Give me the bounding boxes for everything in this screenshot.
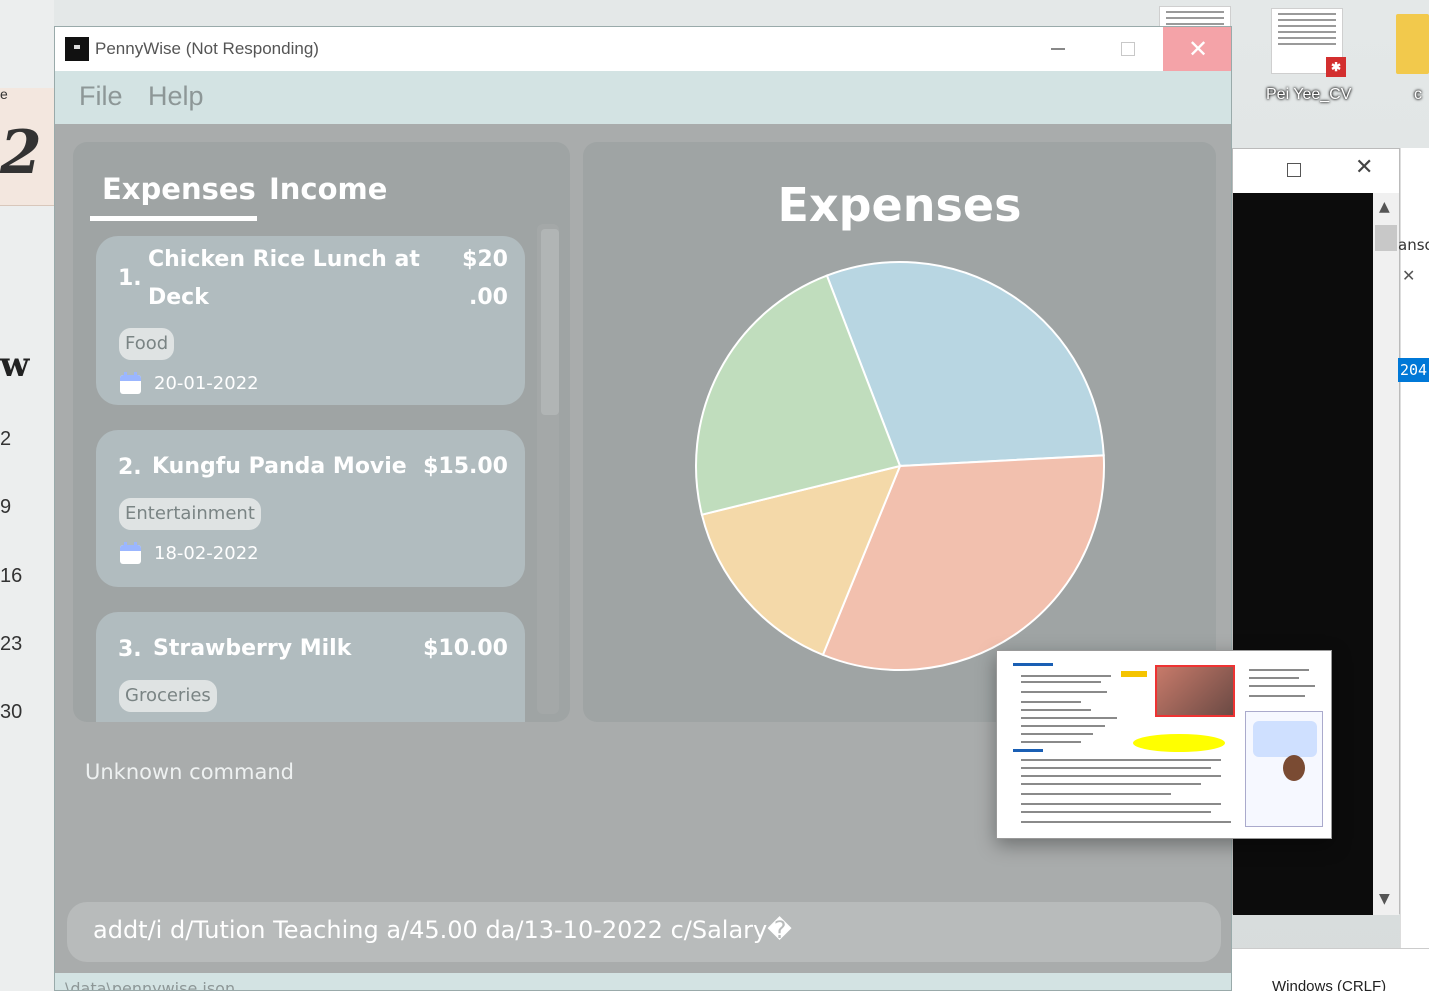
folder-icon[interactable] [1396, 14, 1429, 74]
avatar [1283, 755, 1305, 781]
tab-expenses[interactable]: Expenses [102, 172, 256, 206]
pennywise-window: PennyWise (Not Responding) ✕ File Help E… [54, 26, 1232, 991]
entry-title: Kungfu Panda Movie [152, 448, 422, 486]
desktop-calendar-glyph: 2 [0, 118, 42, 188]
entry-index: 3. [118, 637, 142, 662]
command-input-value[interactable]: addt/i d/Tution Teaching a/45.00 da/13-1… [93, 916, 792, 944]
entry-amount-line: .00 [469, 285, 508, 310]
close-button[interactable]: ✕ [1163, 27, 1231, 71]
entry-title-line: Kungfu Panda Movie [152, 454, 407, 479]
close-icon[interactable]: ✕ [1402, 266, 1415, 285]
list-item[interactable]: 3. Strawberry Milk $10.00 Groceries [96, 612, 525, 722]
maximize-icon [1121, 42, 1135, 56]
pdf-file-icon[interactable]: ✱ [1271, 8, 1346, 77]
entry-title-line: Strawberry Milk [153, 636, 352, 661]
command-input[interactable]: addt/i d/Tution Teaching a/45.00 da/13-1… [67, 902, 1221, 962]
pdf-badge-icon: ✱ [1326, 57, 1346, 77]
app-logo-icon [65, 37, 89, 61]
entry-title: Strawberry Milk [153, 630, 403, 668]
entry-title-line: Chicken Rice Lunch at [148, 247, 420, 272]
entry-title-line: Deck [148, 285, 209, 310]
entry-amount: $10.00 [406, 630, 508, 668]
window-title: PennyWise (Not Responding) [95, 39, 319, 58]
scrollbar-thumb[interactable] [1375, 225, 1397, 251]
window-titlebar[interactable]: PennyWise (Not Responding) ✕ [55, 27, 1231, 71]
entry-amount-line: $10.00 [423, 636, 508, 661]
maximize-button[interactable] [1093, 27, 1163, 71]
pie-chart [695, 261, 1105, 671]
chart-panel: Expenses [583, 142, 1216, 722]
category-tag: Food [119, 328, 175, 360]
desktop-calendar-number: 30 [0, 701, 23, 723]
desktop-calendar-number: 23 [0, 633, 23, 655]
scrollbar-thumb[interactable] [541, 229, 559, 415]
calendar-icon [120, 372, 141, 394]
list-item[interactable]: 1. Chicken Rice Lunch at Deck $20 .00 Fo… [96, 236, 525, 405]
entry-list-panel: Expenses Income 1. Chicken Rice Lunch at… [73, 142, 570, 722]
speech-bubble-graphic [1253, 721, 1317, 757]
entry-index: 2. [118, 455, 142, 480]
category-tag: Groceries [119, 680, 217, 712]
photo-graphic [1155, 665, 1235, 717]
screenshot-preview-thumbnail[interactable] [996, 650, 1332, 839]
desktop-icon-label[interactable]: Pei Yee_CV [1266, 86, 1351, 104]
menu-bar: File Help [55, 71, 1231, 124]
minimize-button[interactable] [1023, 27, 1093, 71]
close-icon: ✕ [1187, 35, 1209, 63]
chevron-up-icon[interactable]: ▲ [1379, 199, 1390, 215]
maximize-icon[interactable] [1287, 163, 1301, 177]
arrow-graphic [1121, 671, 1147, 677]
status-bar: \data\pennywise.json [55, 973, 1231, 991]
entry-date: 20-01-2022 [154, 373, 259, 394]
chevron-down-icon[interactable]: ▼ [1379, 891, 1390, 907]
desktop-calendar-number: 2 [0, 428, 12, 450]
calendar-icon [120, 542, 141, 564]
close-icon[interactable]: ✕ [1355, 155, 1373, 180]
menu-help[interactable]: Help [148, 81, 204, 112]
result-message: Unknown command [85, 760, 294, 784]
list-item[interactable]: 2. Kungfu Panda Movie $15.00 Entertainme… [96, 430, 525, 587]
line-ending-indicator[interactable]: Windows (CRLF) [1272, 978, 1386, 991]
background-editor-selection: 204 [1398, 358, 1429, 382]
desktop-icon-label[interactable]: c [1414, 86, 1422, 104]
entry-index: 1. [118, 266, 142, 291]
minimize-icon [1051, 48, 1065, 50]
category-tag: Entertainment [119, 498, 261, 530]
tab-income[interactable]: Income [269, 172, 387, 206]
highlight-graphic [1133, 734, 1225, 752]
console-scrollbar[interactable]: ▲ ▼ [1373, 193, 1399, 915]
menu-file[interactable]: File [79, 81, 123, 112]
entry-amount: $15.00 [406, 448, 508, 486]
desktop-calendar-number: 9 [0, 496, 12, 518]
active-tab-indicator [90, 216, 257, 221]
background-editor-text: anso [1398, 236, 1429, 254]
entry-amount: $20 .00 [436, 241, 508, 317]
desktop-calendar-number: 16 [0, 565, 23, 587]
entry-amount-line: $15.00 [423, 454, 508, 479]
entry-date: 18-02-2022 [154, 543, 259, 564]
entry-title: Chicken Rice Lunch at Deck [148, 241, 428, 317]
desktop-calendar-weekday: w [0, 345, 30, 385]
data-file-path: \data\pennywise.json [65, 979, 236, 991]
desktop-edge-text: e [0, 86, 8, 102]
console-titlebar[interactable]: ✕ [1233, 149, 1399, 193]
entry-amount-line: $20 [462, 247, 508, 272]
